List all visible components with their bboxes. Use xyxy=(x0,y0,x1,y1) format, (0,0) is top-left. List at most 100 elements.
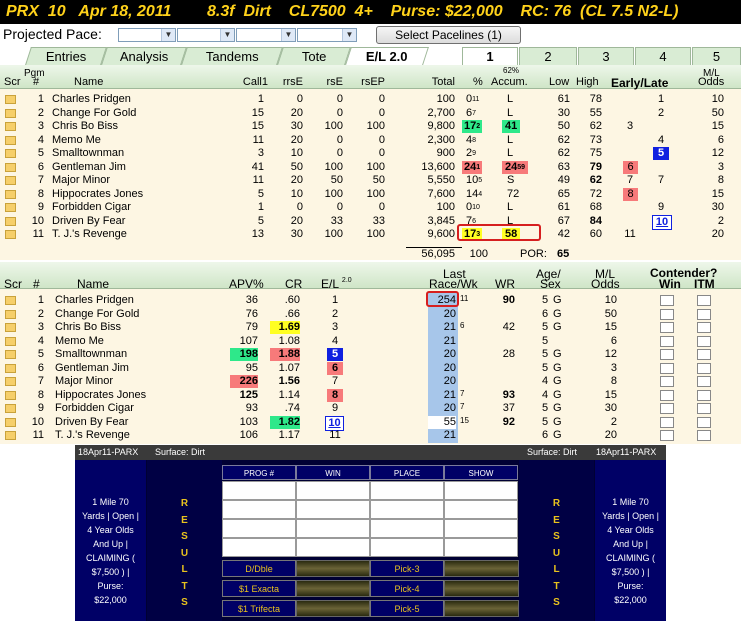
contender-itm-checkbox[interactable] xyxy=(697,416,711,428)
scratch-checkbox[interactable] xyxy=(5,417,16,427)
pct-value: 144 xyxy=(466,188,482,201)
wr-value: 37 xyxy=(502,402,515,414)
contender-win-checkbox[interactable] xyxy=(660,295,674,306)
contender-itm-checkbox[interactable] xyxy=(697,403,711,414)
pace-dropdown-2[interactable]: ▼ xyxy=(177,28,235,42)
tab-tandems[interactable]: Tandems xyxy=(181,47,283,65)
rsep-value: 0 xyxy=(378,133,385,146)
contender-win-checkbox[interactable] xyxy=(660,335,674,347)
race-tab-5[interactable]: 5 xyxy=(692,47,741,65)
scratch-checkbox[interactable] xyxy=(5,296,16,305)
contender-itm-checkbox[interactable] xyxy=(697,349,711,360)
pace-dropdown-4[interactable]: ▼ xyxy=(297,28,357,42)
contender-win-checkbox[interactable] xyxy=(660,430,674,441)
total-value: 900 xyxy=(436,147,455,159)
late-value: 4 xyxy=(657,133,665,146)
horse-name: Hippocrates Jones xyxy=(52,187,144,200)
accum-value: L xyxy=(507,107,513,120)
horse-name: T. J.'s Revenge xyxy=(55,429,130,441)
scratch-checkbox[interactable] xyxy=(5,189,16,199)
scratch-checkbox[interactable] xyxy=(5,108,16,118)
contender-itm-checkbox[interactable] xyxy=(697,322,711,333)
contender-win-checkbox[interactable] xyxy=(660,416,674,428)
program-number: 4 xyxy=(37,133,44,146)
scratch-checkbox[interactable] xyxy=(5,431,16,440)
contender-win-checkbox[interactable] xyxy=(660,308,674,320)
cr-value: 1.08 xyxy=(278,334,300,347)
tab-el-2[interactable]: E/L 2.0 xyxy=(345,47,429,65)
low-value: 65 xyxy=(557,187,570,200)
apv-value: 95 xyxy=(245,361,258,374)
sex-value: G xyxy=(553,321,562,333)
tab-entries[interactable]: Entries xyxy=(25,47,107,65)
cr-value: .60 xyxy=(284,294,300,306)
contender-itm-checkbox[interactable] xyxy=(697,295,711,306)
contender-win-checkbox[interactable] xyxy=(660,389,674,401)
wr-value: 28 xyxy=(502,348,515,360)
scratch-checkbox[interactable] xyxy=(5,216,16,226)
program-number: 11 xyxy=(32,429,44,441)
tab-tote[interactable]: Tote xyxy=(277,47,351,65)
horse-name: Charles Pridgen xyxy=(52,93,131,105)
pace-dropdown-3[interactable]: ▼ xyxy=(236,28,296,42)
scratch-checkbox[interactable] xyxy=(5,176,16,185)
race-tab-3[interactable]: 3 xyxy=(578,47,634,65)
select-pacelines-button[interactable]: Select Pacelines (1) xyxy=(376,26,521,44)
ml-odds: 15 xyxy=(604,321,617,333)
horse-name: Gentleman Jim xyxy=(52,160,126,173)
apv-value: 125 xyxy=(239,388,258,401)
apv-value: 198 xyxy=(230,348,258,361)
contender-win-checkbox[interactable] xyxy=(660,376,674,387)
scratch-checkbox[interactable] xyxy=(5,323,16,332)
scratch-checkbox[interactable] xyxy=(5,162,16,172)
contender-itm-checkbox[interactable] xyxy=(697,308,711,320)
scratch-checkbox[interactable] xyxy=(5,350,16,359)
accum-value: 2459 xyxy=(502,160,529,174)
scratch-checkbox[interactable] xyxy=(5,404,16,413)
total-value: 9,800 xyxy=(427,120,455,132)
last-race-value: 20 xyxy=(443,361,456,374)
pace-dropdown-1[interactable]: ▼ xyxy=(118,28,176,42)
race-header: PRX 10 Apr 18, 2011 8.3f Dirt CL7500 4+ … xyxy=(0,0,741,24)
late-value: 9 xyxy=(657,201,665,213)
tab-analysis[interactable]: Analysis xyxy=(101,47,187,65)
scratch-checkbox[interactable] xyxy=(5,95,16,104)
contender-win-checkbox[interactable] xyxy=(660,362,674,374)
scratch-checkbox[interactable] xyxy=(5,122,16,131)
scratch-checkbox[interactable] xyxy=(5,203,16,212)
ml-odds: 30 xyxy=(604,402,617,414)
contender-win-checkbox[interactable] xyxy=(660,349,674,360)
accum-value: L xyxy=(507,147,513,160)
scratch-checkbox[interactable] xyxy=(5,149,16,158)
sex-value: G xyxy=(553,402,562,414)
contender-win-checkbox[interactable] xyxy=(660,403,674,414)
scratch-checkbox[interactable] xyxy=(5,390,16,400)
early-value: 8 xyxy=(623,187,638,201)
scratch-checkbox[interactable] xyxy=(5,309,16,319)
race-tab-4[interactable]: 4 xyxy=(635,47,691,65)
contender-itm-checkbox[interactable] xyxy=(697,376,711,387)
scratch-checkbox[interactable] xyxy=(5,135,16,145)
race-tab-2[interactable]: 2 xyxy=(519,47,577,65)
scratch-checkbox[interactable] xyxy=(5,336,16,346)
scratch-checkbox[interactable] xyxy=(5,230,16,239)
late-value: 5 xyxy=(653,147,669,160)
program-number: 5 xyxy=(37,348,44,360)
contender-itm-checkbox[interactable] xyxy=(697,362,711,374)
contender-itm-checkbox[interactable] xyxy=(697,389,711,401)
rsep-value: 33 xyxy=(372,214,385,227)
scratch-checkbox[interactable] xyxy=(5,363,16,373)
rse-value: 0 xyxy=(336,93,343,105)
contender-itm-checkbox[interactable] xyxy=(697,335,711,347)
program-number: 2 xyxy=(37,106,44,119)
low-value: 67 xyxy=(557,214,570,227)
scratch-checkbox[interactable] xyxy=(5,377,16,386)
wager-label-left: $1 Trifecta xyxy=(222,600,296,617)
race-tab-1[interactable]: 1 xyxy=(462,47,518,65)
results-cell xyxy=(296,500,370,519)
el-value: 8 xyxy=(327,388,343,402)
results-letter: L xyxy=(181,564,188,575)
contender-win-checkbox[interactable] xyxy=(660,322,674,333)
contender-itm-checkbox[interactable] xyxy=(697,430,711,441)
race-info-line: $22,000 xyxy=(614,595,647,605)
